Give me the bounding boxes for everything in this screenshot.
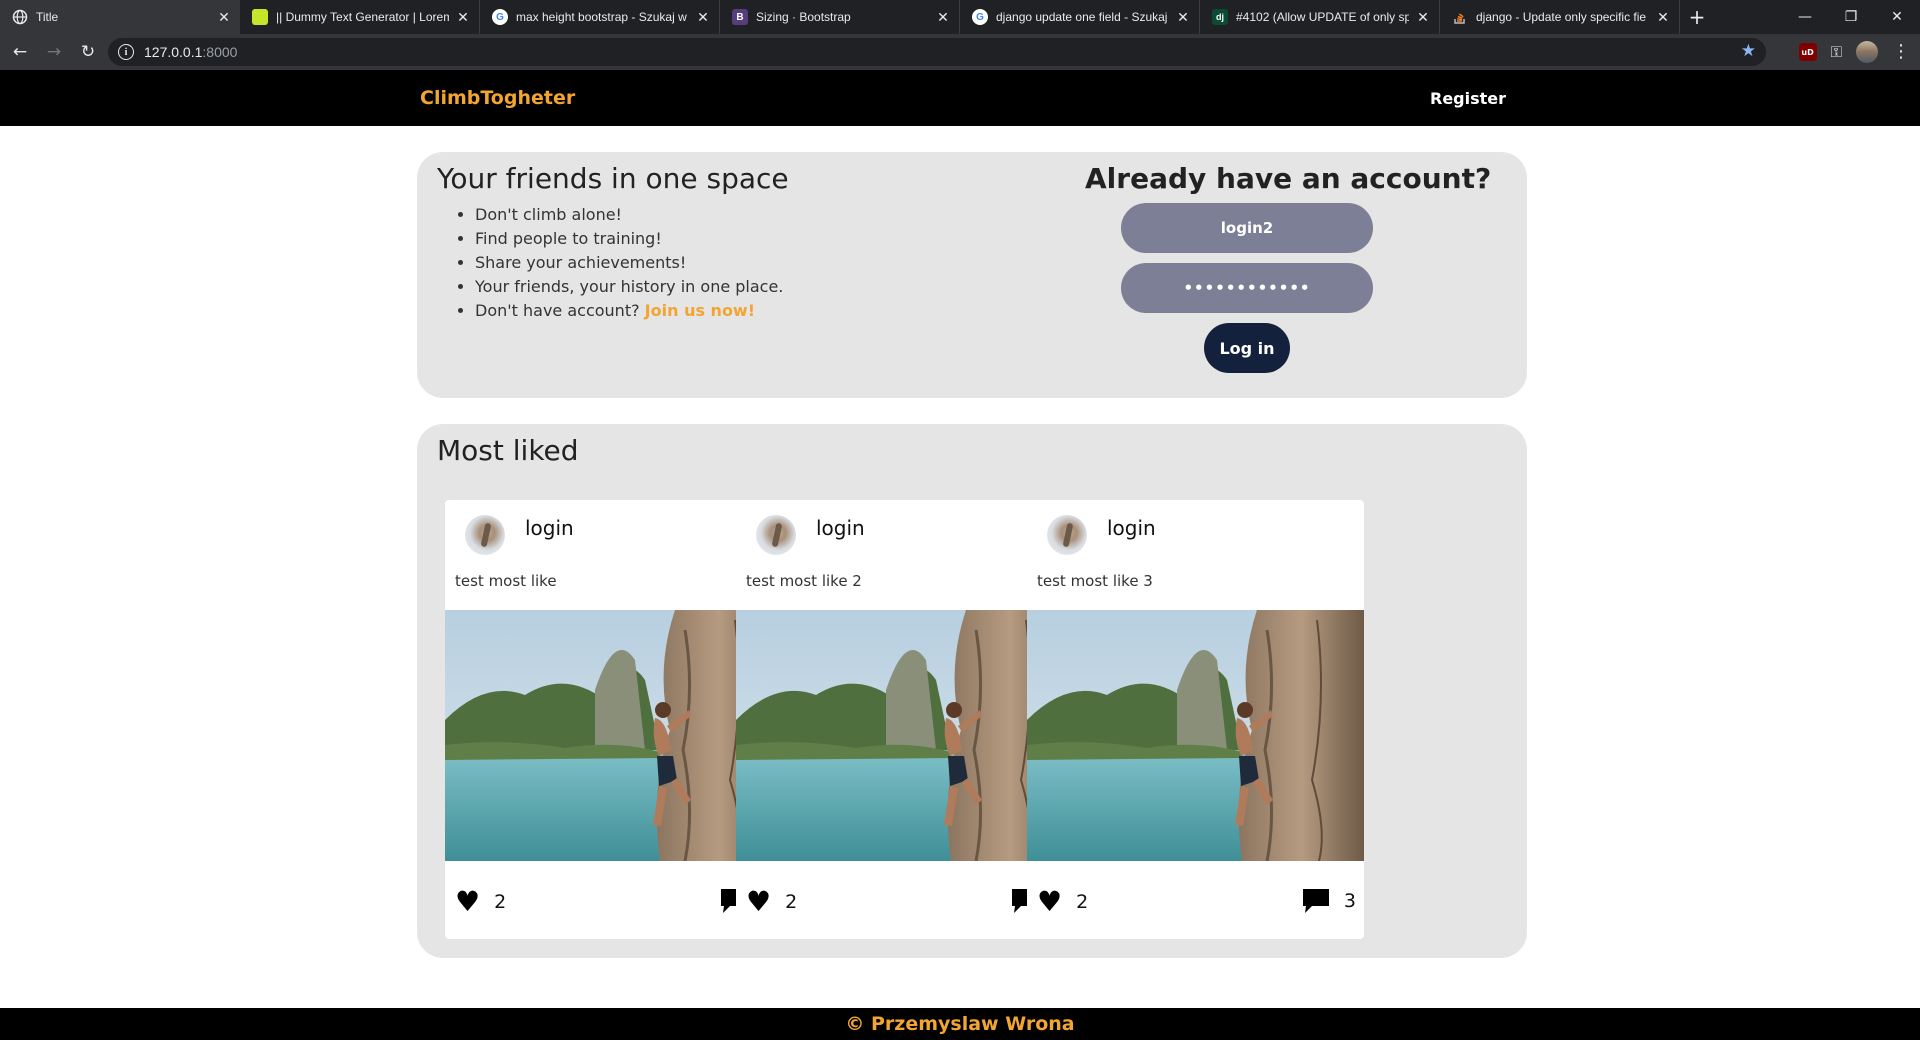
tab-close-icon[interactable]: ✕ [216, 9, 232, 25]
most-liked-panel: Most liked login test most like ♥ 2 logi… [417, 424, 1527, 958]
tab-title: #4102 (Allow UPDATE of only spe [1236, 10, 1409, 24]
browser-tab[interactable]: B Sizing · Bootstrap ✕ [720, 0, 960, 34]
join-link[interactable]: Join us now! [645, 301, 755, 320]
url-port: :8000 [202, 44, 238, 60]
tab-title: Title [36, 10, 59, 24]
browser-toolbar: ← → ↻ i 127.0.0.1:8000 ★ uD ⚿ ⋮ [0, 34, 1920, 70]
bootstrap-icon: B [732, 9, 748, 25]
tab-close-icon[interactable]: ✕ [695, 9, 711, 25]
likes-counter[interactable]: ♥ 2 [1037, 888, 1088, 916]
intro-list-item: Share your achievements! [475, 251, 783, 275]
tab-title: django - Update only specific fie [1476, 10, 1647, 24]
brand-logo-link[interactable]: ClimbTogheter [420, 87, 575, 109]
url-text[interactable]: 127.0.0.1:8000 [144, 44, 237, 60]
tab-title: django update one field - Szukaj [996, 10, 1168, 24]
heart-icon[interactable]: ♥ [455, 888, 480, 916]
login-title: Already have an account? [1085, 162, 1492, 195]
address-bar[interactable]: i 127.0.0.1:8000 ★ [108, 38, 1766, 66]
author-avatar[interactable] [1047, 515, 1087, 555]
lorem-favicon-icon [252, 9, 268, 25]
author-avatar[interactable] [465, 515, 505, 555]
restore-icon[interactable]: ❐ [1828, 0, 1874, 34]
url-host: 127.0.0.1 [144, 44, 203, 60]
browser-tab[interactable]: dj #4102 (Allow UPDATE of only spe ✕ [1200, 0, 1440, 34]
stackoverflow-icon [1452, 9, 1468, 25]
post-card[interactable]: login test most like 2 ♥ 2 [736, 500, 1073, 939]
intro-list-item: Find people to training! [475, 227, 783, 251]
browser-tab[interactable]: G django update one field - Szukaj ✕ [960, 0, 1200, 34]
author-name[interactable]: login [1107, 516, 1156, 540]
likes-count: 2 [1076, 891, 1089, 913]
tab-title: Sizing · Bootstrap [756, 10, 851, 24]
browser-tab[interactable]: Title ✕ [0, 0, 240, 34]
comments-count: 3 [1343, 890, 1356, 912]
likes-count: 2 [785, 891, 798, 913]
most-liked-title: Most liked [437, 434, 579, 467]
signup-prompt: Don't have account? [475, 301, 645, 320]
author-name[interactable]: login [525, 516, 574, 540]
bookmark-star-icon[interactable]: ★ [1741, 41, 1756, 61]
climbing-photo[interactable] [736, 610, 1073, 861]
tab-close-icon[interactable]: ✕ [1415, 9, 1431, 25]
intro-list: Don't climb alone! Find people to traini… [457, 203, 783, 323]
tab-close-icon[interactable]: ✕ [455, 9, 471, 25]
forward-arrow-icon[interactable]: → [40, 38, 68, 66]
site-navbar: ClimbTogheter Register [0, 70, 1920, 126]
climbing-photo[interactable] [445, 610, 782, 861]
likes-count: 2 [494, 891, 507, 913]
google-icon: G [972, 9, 988, 25]
globe-icon [12, 9, 28, 25]
menu-dots-icon[interactable]: ⋮ [1892, 43, 1910, 61]
site-footer: © Przemyslaw Wrona [0, 1008, 1920, 1040]
post-card[interactable]: login test most like 3 ♥ 2 3 [1027, 500, 1364, 939]
google-icon: G [492, 9, 508, 25]
minimize-icon[interactable]: — [1782, 0, 1828, 34]
site-info-icon[interactable]: i [118, 44, 134, 60]
likes-counter[interactable]: ♥ 2 [746, 888, 797, 916]
intro-list-item: Don't climb alone! [475, 203, 783, 227]
tab-close-icon[interactable]: ✕ [1175, 9, 1191, 25]
author-name[interactable]: login [816, 516, 865, 540]
close-window-icon[interactable]: ✕ [1874, 0, 1920, 34]
browser-tab[interactable]: G max height bootstrap - Szukaj w ✕ [480, 0, 720, 34]
window-controls: — ❐ ✕ [1782, 0, 1920, 34]
register-link[interactable]: Register [1430, 89, 1506, 108]
login-button[interactable]: Log in [1204, 323, 1290, 373]
copyright-text: © Przemyslaw Wrona [845, 1013, 1075, 1035]
django-icon: dj [1212, 9, 1228, 25]
intro-list-item: Don't have account? Join us now! [475, 299, 783, 323]
toolbar-actions: uD ⚿ ⋮ [1798, 38, 1910, 66]
username-field[interactable] [1121, 203, 1373, 253]
heart-icon[interactable]: ♥ [1037, 888, 1062, 916]
browser-tab[interactable]: || Dummy Text Generator | Lorem ✕ [240, 0, 480, 34]
password-field[interactable] [1121, 263, 1373, 313]
reload-icon[interactable]: ↻ [74, 38, 102, 66]
tab-close-icon[interactable]: ✕ [935, 9, 951, 25]
comments-counter[interactable]: 3 [1302, 888, 1356, 914]
heart-icon[interactable]: ♥ [746, 888, 771, 916]
intro-title: Your friends in one space [437, 162, 789, 195]
intro-list-item: Your friends, your history in one place. [475, 275, 783, 299]
author-avatar[interactable] [756, 515, 796, 555]
tab-title: max height bootstrap - Szukaj w [516, 10, 687, 24]
profile-avatar[interactable] [1856, 41, 1878, 63]
browser-tab[interactable]: django - Update only specific fie ✕ [1440, 0, 1680, 34]
intro-panel: Your friends in one space Don't climb al… [417, 152, 1527, 398]
browser-tabstrip: Title ✕ || Dummy Text Generator | Lorem … [0, 0, 1920, 34]
post-caption: test most like 3 [1037, 572, 1153, 590]
post-caption: test most like [455, 572, 557, 590]
post-card[interactable]: login test most like ♥ 2 [445, 500, 782, 939]
new-tab-button[interactable]: + [1680, 0, 1714, 34]
comment-icon[interactable] [1302, 888, 1330, 914]
likes-counter[interactable]: ♥ 2 [455, 888, 506, 916]
tab-title: || Dummy Text Generator | Lorem [276, 10, 449, 24]
back-arrow-icon[interactable]: ← [6, 38, 34, 66]
ublock-extension-icon[interactable]: uD [1798, 43, 1817, 61]
tab-close-icon[interactable]: ✕ [1655, 9, 1671, 25]
climbing-photo[interactable] [1027, 610, 1364, 861]
post-caption: test most like 2 [746, 572, 862, 590]
key-icon[interactable]: ⚿ [1831, 43, 1842, 61]
